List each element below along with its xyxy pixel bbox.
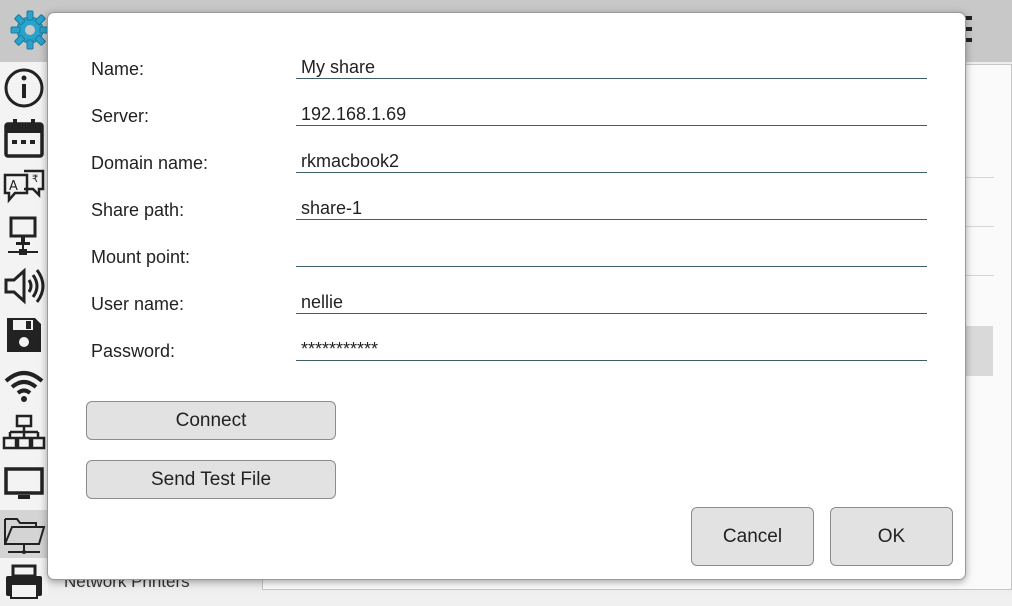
send-test-file-button[interactable]: Send Test File — [86, 460, 336, 499]
cancel-button[interactable]: Cancel — [691, 507, 814, 566]
server-label: Server: — [91, 106, 150, 126]
name-input[interactable] — [296, 55, 927, 79]
network-computer-icon[interactable] — [0, 212, 48, 260]
password-input[interactable] — [296, 337, 927, 361]
gear-icon[interactable] — [8, 8, 52, 52]
calendar-icon[interactable] — [0, 114, 48, 162]
share-path-label: Share path: — [91, 200, 185, 220]
settings-sidebar: A ₹ — [0, 62, 48, 599]
mount-point-input[interactable] — [296, 243, 927, 267]
connect-button[interactable]: Connect — [86, 401, 336, 440]
wifi-icon[interactable] — [0, 361, 48, 409]
share-path-input[interactable] — [296, 196, 927, 220]
info-icon[interactable] — [0, 64, 48, 112]
share-settings-dialog: Name: Server: Domain name: Share path: M… — [47, 12, 966, 580]
ok-button[interactable]: OK — [830, 507, 953, 566]
divider — [966, 275, 994, 276]
selected-row — [966, 326, 993, 376]
monitor-icon[interactable] — [0, 460, 48, 508]
domain-name-input[interactable] — [296, 149, 927, 173]
user-name-input[interactable] — [296, 290, 927, 314]
folder-share-icon[interactable] — [0, 510, 48, 558]
volume-icon[interactable] — [0, 262, 48, 310]
mount-point-label: Mount point: — [91, 247, 191, 267]
svg-text:₹: ₹ — [32, 174, 38, 185]
divider — [966, 177, 994, 178]
language-icon[interactable]: A ₹ — [0, 163, 48, 211]
printer-icon[interactable] — [0, 558, 48, 606]
domain-name-label: Domain name: — [91, 153, 209, 173]
password-label: Password: — [91, 341, 176, 361]
network-tree-icon[interactable] — [0, 410, 48, 458]
divider — [966, 226, 994, 227]
server-input[interactable] — [296, 102, 927, 126]
svg-text:A: A — [9, 179, 18, 194]
save-icon[interactable] — [0, 311, 48, 359]
user-name-label: User name: — [91, 294, 185, 314]
name-label: Name: — [91, 59, 145, 79]
